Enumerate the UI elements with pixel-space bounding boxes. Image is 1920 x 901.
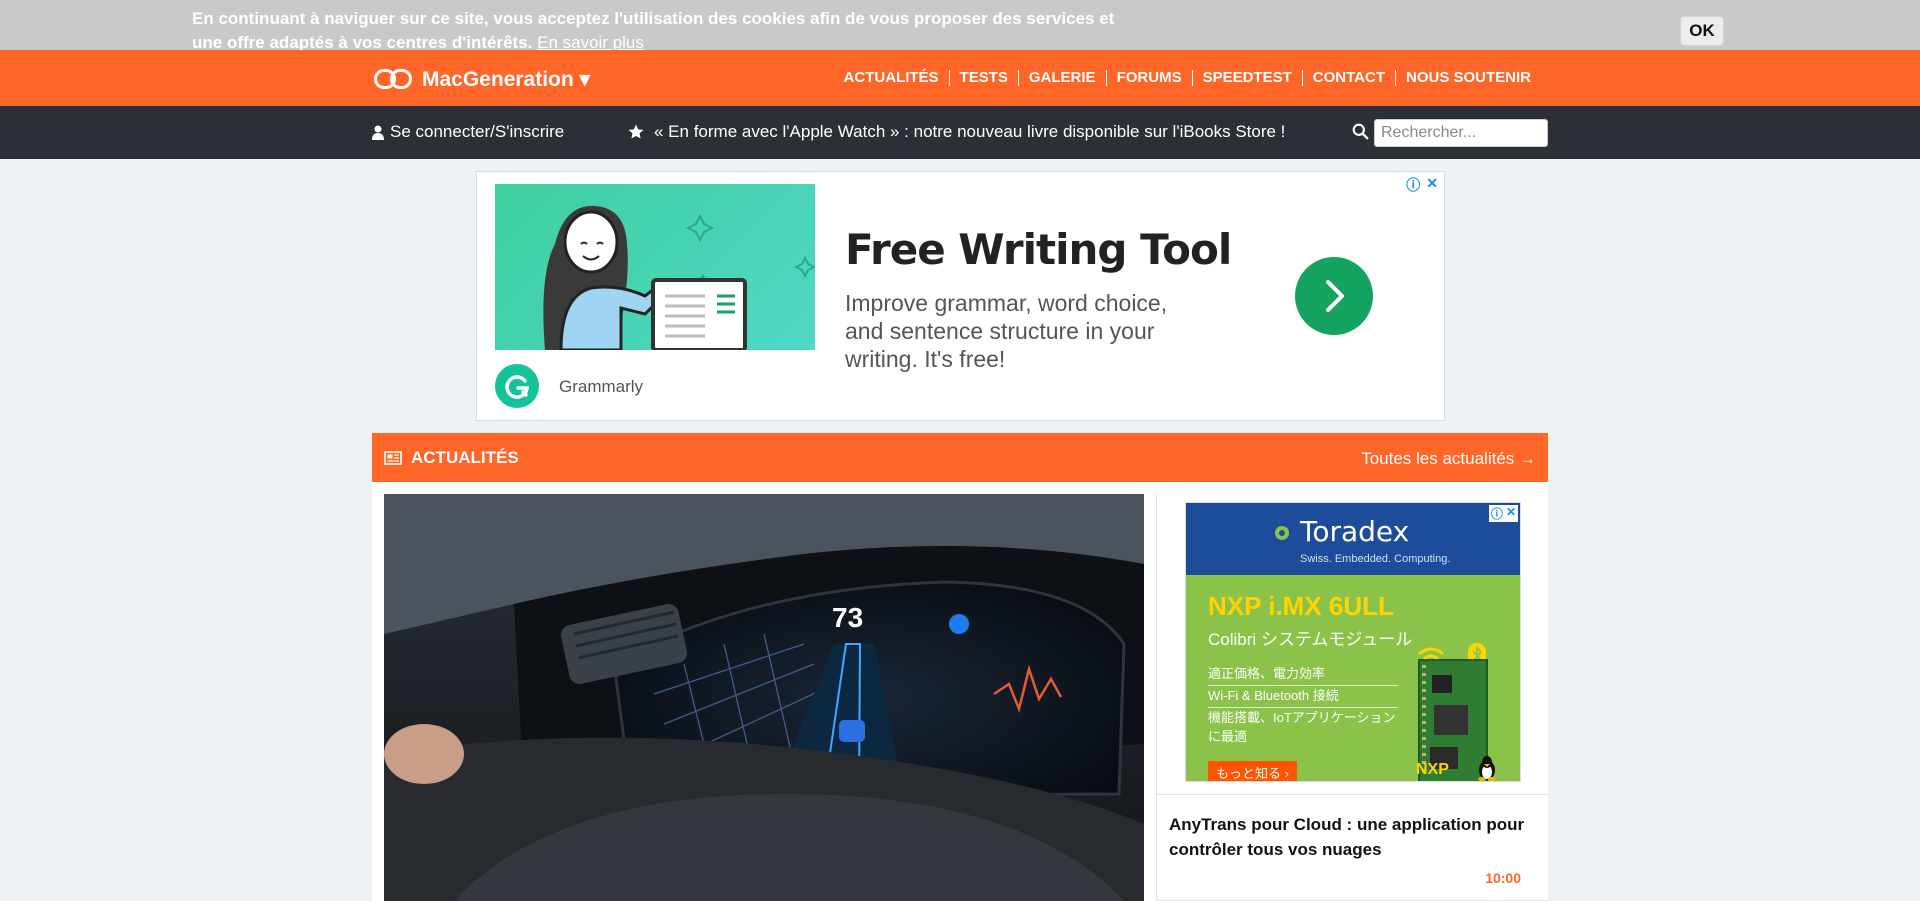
nav-actualites[interactable]: ACTUALITÉS bbox=[834, 70, 949, 86]
ad-title: Free Writing Tool bbox=[845, 225, 1232, 274]
user-icon bbox=[372, 125, 384, 140]
news-section-title: ACTUALITÉS bbox=[384, 448, 519, 468]
all-news-link[interactable]: Toutes les actualités → bbox=[1361, 449, 1536, 469]
toradex-learn-more-button[interactable]: もっと知る › bbox=[1208, 761, 1297, 781]
ad-controls-2: ⓘ ✕ bbox=[1488, 505, 1518, 522]
ad-info-icon-2[interactable]: ⓘ bbox=[1491, 505, 1503, 522]
sidebar-divider bbox=[1157, 794, 1549, 795]
search-input[interactable] bbox=[1374, 119, 1548, 147]
nav-contact[interactable]: CONTACT bbox=[1301, 70, 1395, 86]
news-title-text: ACTUALITÉS bbox=[411, 448, 519, 467]
ad-illustration bbox=[495, 184, 815, 350]
grammarly-logo-icon bbox=[495, 364, 539, 408]
nav-galerie[interactable]: GALERIE bbox=[1017, 70, 1106, 86]
toradex-tagline: Swiss. Embedded. Computing. bbox=[1300, 553, 1451, 565]
news-sidebar: Toradex Swiss. Embedded. Computing. NXP … bbox=[1156, 494, 1549, 901]
svg-text:73: 73 bbox=[832, 602, 863, 633]
cookie-ok-button[interactable]: OK bbox=[1680, 16, 1724, 46]
toradex-subtitle: Colibri システムモジュール bbox=[1208, 630, 1413, 649]
chevron-right-icon bbox=[1326, 280, 1344, 312]
nav-forums[interactable]: FORUMS bbox=[1105, 70, 1192, 86]
search-icon[interactable] bbox=[1352, 123, 1369, 140]
ad-controls: ⓘ ✕ bbox=[1406, 175, 1438, 195]
toradex-ad-content: NXP i.MX 6ULL Colibri システムモジュール 適正価格、電力効… bbox=[1186, 575, 1520, 781]
cookie-text: En continuant à naviguer sur ce site, vo… bbox=[192, 9, 1115, 52]
logo-text: MacGeneration ▾ bbox=[422, 67, 591, 91]
nav-speedtest[interactable]: SPEEDTEST bbox=[1191, 70, 1302, 86]
toradex-brand: Toradex bbox=[1300, 515, 1410, 548]
toradex-ad[interactable]: Toradex Swiss. Embedded. Computing. NXP … bbox=[1185, 502, 1521, 782]
news-section-header: ACTUALITÉS Toutes les actualités → bbox=[372, 433, 1548, 482]
promo-text: « En forme avec l'Apple Watch » : notre … bbox=[654, 122, 1286, 141]
toradex-feature-3: 機能搭載、IoTアプリケーションに最適 bbox=[1208, 710, 1396, 744]
nxp-logo: NXP bbox=[1416, 761, 1449, 778]
logo-icon bbox=[372, 67, 416, 91]
promo-link[interactable]: « En forme avec l'Apple Watch » : notre … bbox=[628, 122, 1285, 142]
star-icon bbox=[628, 124, 644, 139]
sub-bar: Se connecter/S'inscrire « En forme avec … bbox=[0, 106, 1920, 159]
login-link[interactable]: Se connecter/S'inscrire bbox=[372, 122, 564, 142]
nav-nous-soutenir[interactable]: NOUS SOUTENIR bbox=[1394, 70, 1541, 86]
grammarly-ad[interactable]: Free Writing Tool Improve grammar, word … bbox=[476, 171, 1445, 421]
newspaper-icon bbox=[384, 451, 402, 465]
site-logo[interactable]: MacGeneration ▾ bbox=[372, 66, 590, 92]
ad-info-icon[interactable]: ⓘ bbox=[1406, 175, 1420, 195]
toradex-logo-icon bbox=[1275, 526, 1289, 540]
ad-close-icon[interactable]: ✕ bbox=[1426, 175, 1438, 195]
toradex-product: NXP i.MX 6ULL bbox=[1208, 591, 1394, 621]
nav-tests[interactable]: TESTS bbox=[948, 70, 1018, 86]
toradex-feature-1: 適正価格、電力効率 bbox=[1208, 663, 1398, 686]
ad-close-icon-2[interactable]: ✕ bbox=[1506, 505, 1516, 522]
main-nav: ACTUALITÉS TESTS GALERIE FORUMS SPEEDTES… bbox=[834, 70, 1541, 86]
cookie-banner: En continuant à naviguer sur ce site, vo… bbox=[0, 0, 1920, 52]
ad-description: Improve grammar, word choice, and senten… bbox=[845, 290, 1168, 372]
toradex-feature-2: Wi-Fi & Bluetooth 接続 bbox=[1208, 685, 1398, 708]
news-body: 73 Toradex Swiss. Embedded. Computing. N… bbox=[372, 482, 1549, 901]
site-header: MacGeneration ▾ ACTUALITÉS TESTS GALERIE… bbox=[0, 50, 1920, 106]
login-label: Se connecter/S'inscrire bbox=[390, 122, 565, 141]
featured-article-image[interactable]: 73 bbox=[384, 494, 1144, 901]
cookie-message: En continuant à naviguer sur ce site, vo… bbox=[192, 7, 1132, 55]
ad-brand: Grammarly bbox=[559, 377, 644, 396]
toradex-ad-header: Toradex Swiss. Embedded. Computing. bbox=[1186, 503, 1520, 575]
side-article-time: 10:00 bbox=[1485, 870, 1521, 886]
linux-penguin-icon bbox=[1478, 756, 1496, 781]
side-article-title[interactable]: AnyTrans pour Cloud : une application po… bbox=[1169, 812, 1529, 862]
ad-next-button[interactable] bbox=[1295, 257, 1373, 335]
